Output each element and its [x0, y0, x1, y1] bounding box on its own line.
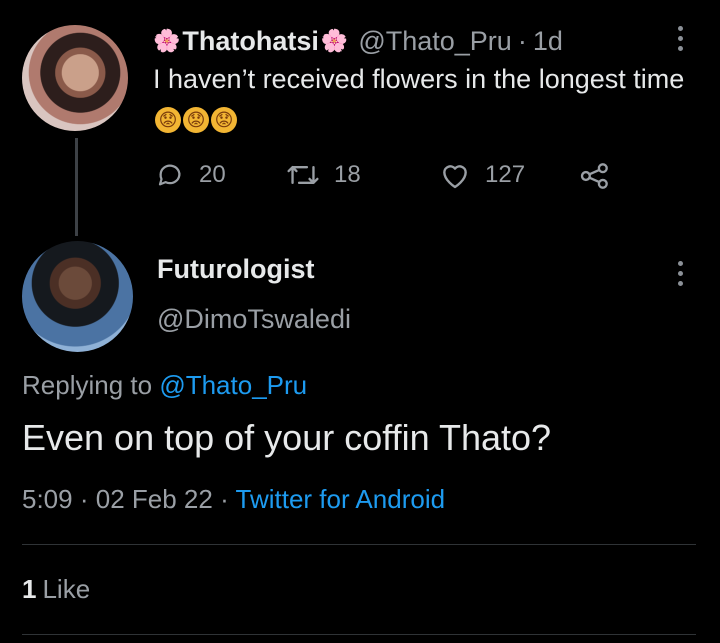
display-name[interactable]: Futurologist: [157, 254, 314, 285]
more-vertical-icon[interactable]: [677, 261, 683, 286]
like-label: Like: [42, 574, 91, 604]
thread-connector-line: [75, 138, 78, 236]
tweet-date[interactable]: 02 Feb 22: [96, 484, 213, 514]
reply-bubble-icon: [158, 164, 181, 186]
tweet-body: I haven’t received flowers in the longes…: [153, 64, 685, 94]
worried-face-emoji: 😟: [211, 107, 237, 133]
likes-summary[interactable]: 1 Like: [22, 574, 90, 605]
avatar[interactable]: [22, 241, 133, 352]
separator-dot: ·: [517, 25, 527, 56]
replying-to-line: Replying to @Thato_Pru: [22, 370, 307, 401]
user-handle[interactable]: @DimoTswaledi: [157, 304, 351, 335]
flower-emoji: 🌸: [320, 28, 349, 53]
heart-icon: [443, 165, 467, 189]
user-handle[interactable]: @Thato_Pru: [358, 26, 511, 57]
replying-handle-link[interactable]: @Thato_Pru: [159, 370, 307, 400]
retweet-button[interactable]: 18: [286, 160, 361, 190]
avatar[interactable]: [22, 25, 128, 131]
reply-count: 20: [199, 161, 226, 188]
like-count: 1: [22, 574, 37, 604]
reply-button[interactable]: 20: [155, 160, 226, 190]
retweet-count: 18: [334, 161, 361, 188]
divider: [22, 544, 696, 545]
worried-face-emoji: 😟: [183, 107, 209, 133]
replying-label: Replying to: [22, 370, 153, 400]
separator-dot: ·: [220, 484, 229, 514]
reply-tweet-text: Even on top of your coffin Thato?: [22, 417, 552, 458]
tweet-source-link[interactable]: Twitter for Android: [236, 484, 446, 514]
tweet-meta: 5:09 · 02 Feb 22 · Twitter for Android: [22, 484, 445, 515]
display-name[interactable]: Thatohatsi: [182, 26, 319, 57]
separator-dot: ·: [79, 484, 89, 514]
like-button[interactable]: 127: [439, 160, 525, 190]
share-icon: [580, 163, 608, 189]
like-count: 127: [485, 161, 526, 188]
tweet-time[interactable]: 5:09: [22, 484, 73, 514]
retweet-icon: [287, 165, 319, 185]
parent-tweet-header: 🌸 Thatohatsi 🌸 @Thato_Pru · 1d: [153, 24, 563, 58]
share-button[interactable]: [579, 163, 625, 189]
parent-tweet-text: I haven’t received flowers in the longes…: [153, 62, 693, 133]
more-vertical-icon[interactable]: [677, 26, 683, 51]
tweet-time[interactable]: 1d: [533, 26, 563, 57]
worried-face-emoji: 😟: [155, 107, 181, 133]
divider: [22, 634, 696, 635]
flower-emoji: 🌸: [153, 28, 181, 53]
